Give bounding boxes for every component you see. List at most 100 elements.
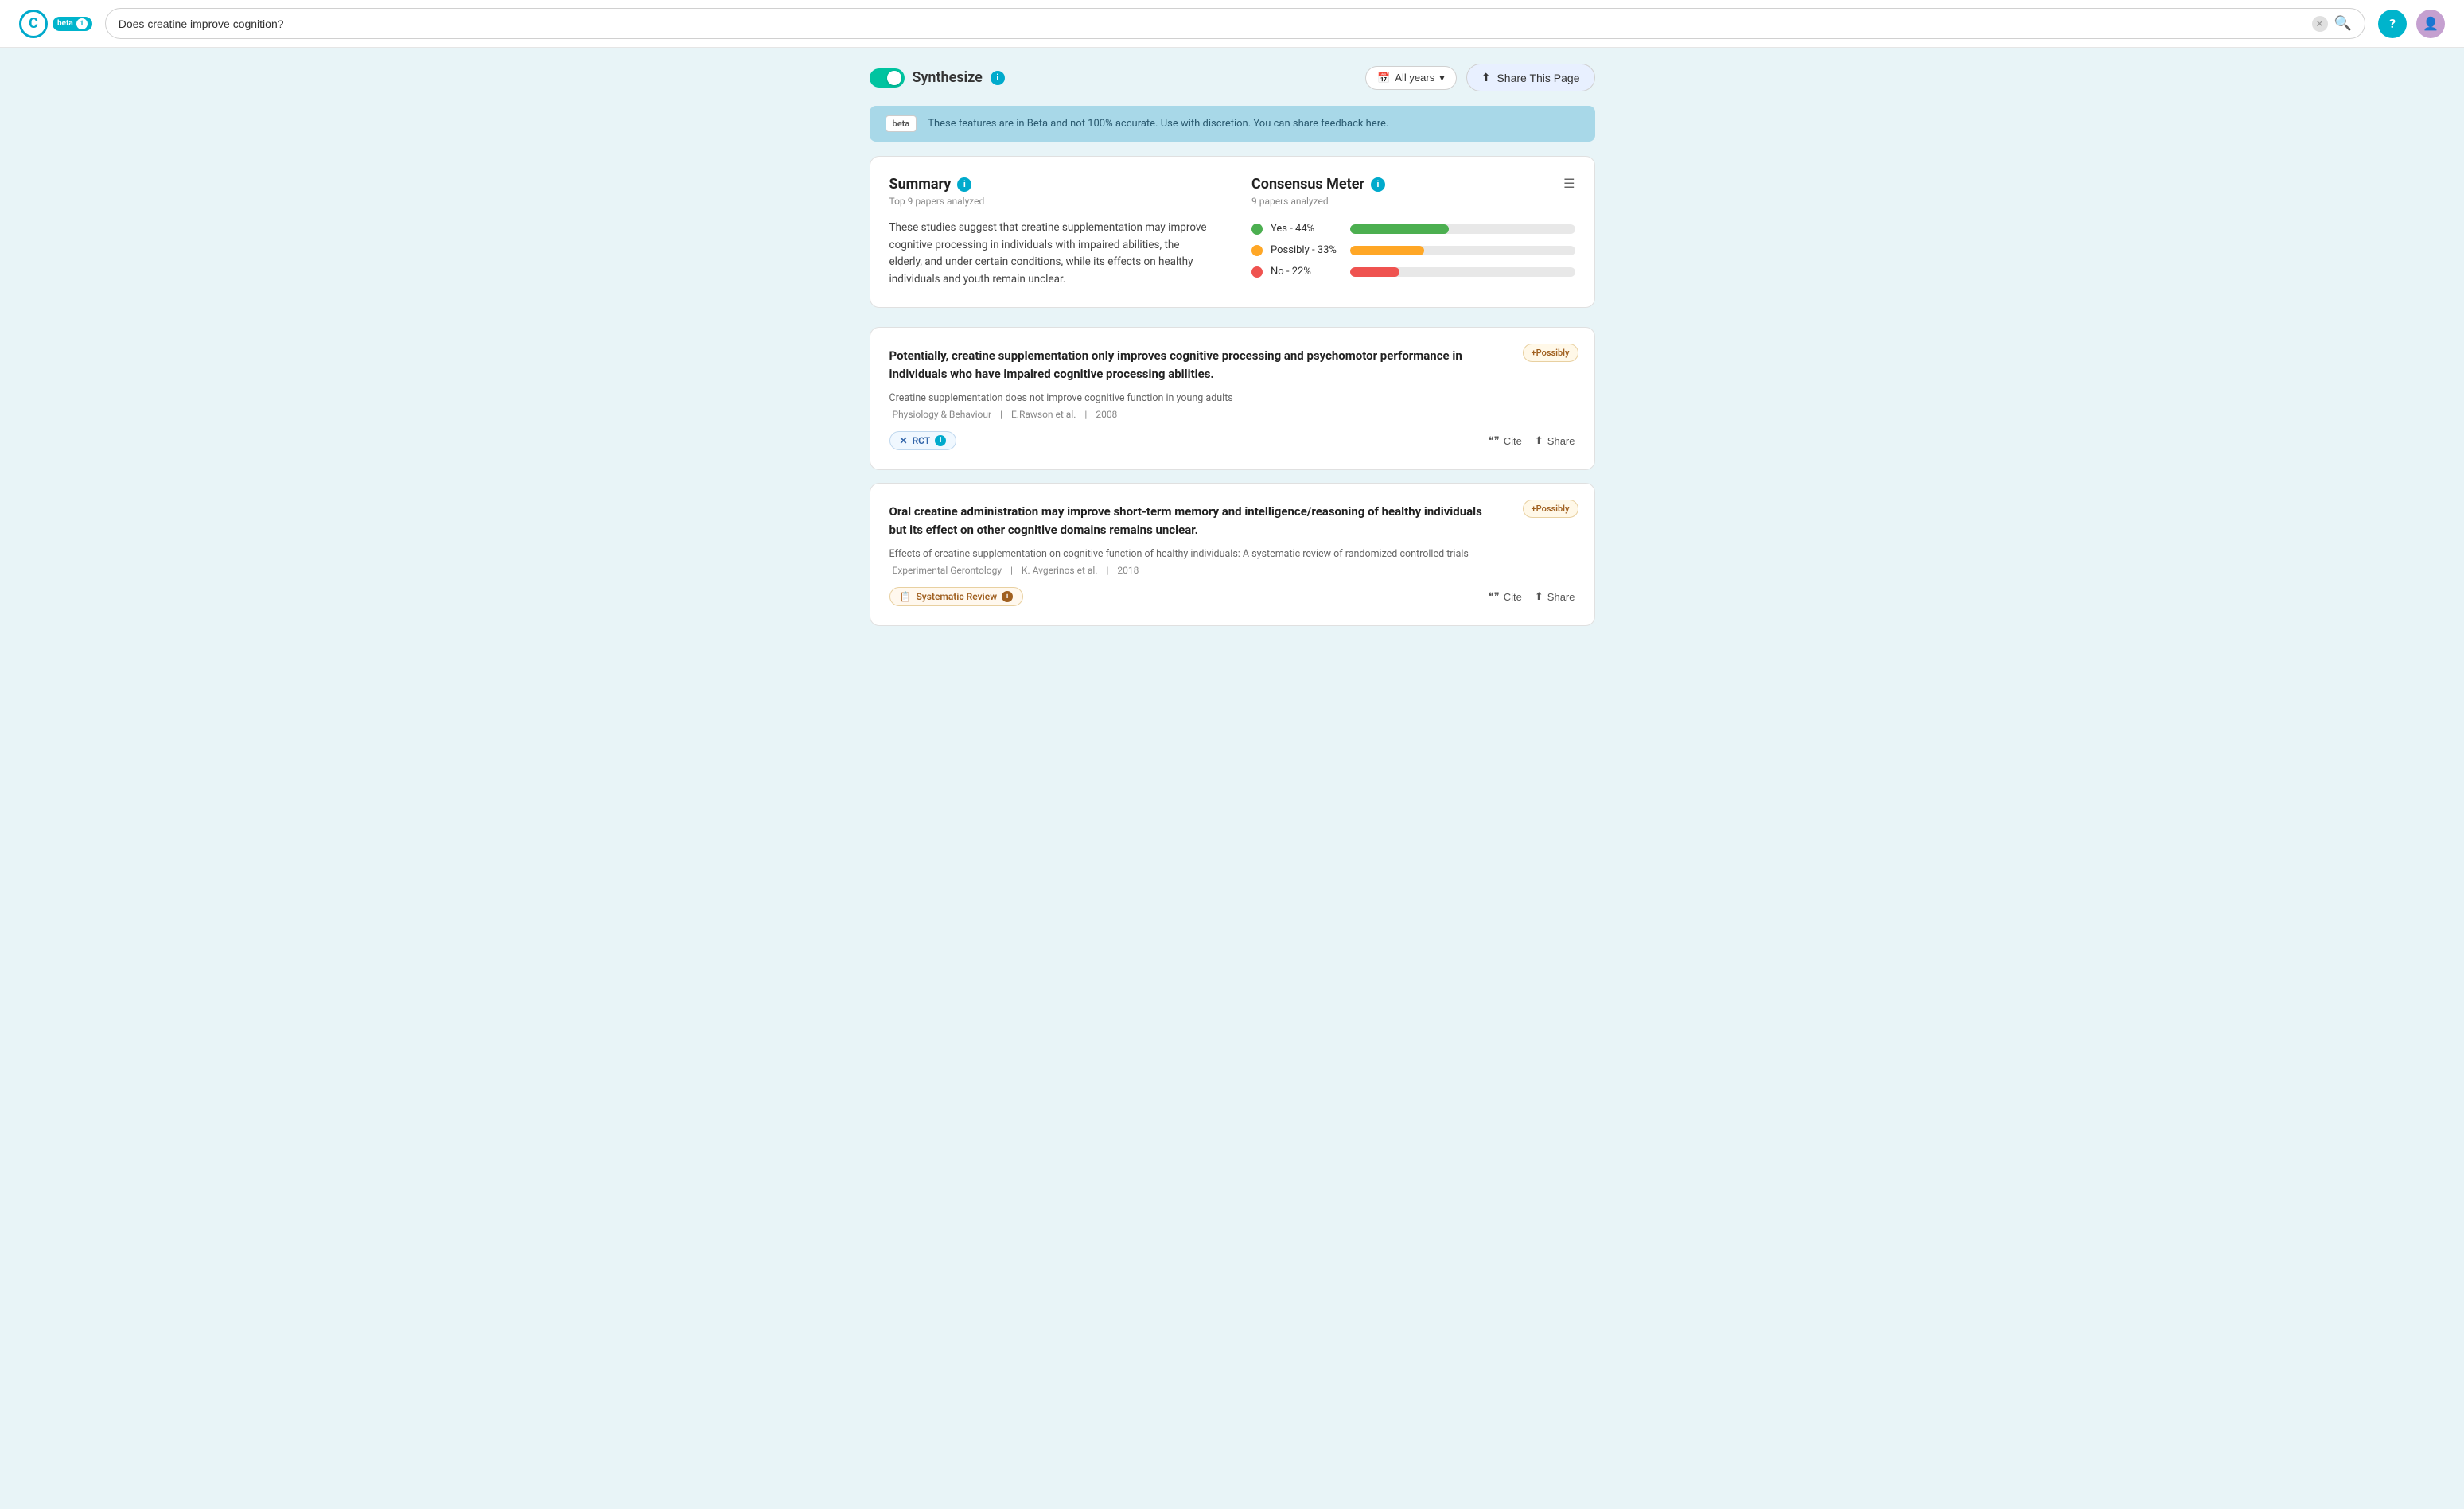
paper-2-separator-1: | bbox=[1010, 565, 1013, 576]
possibly-bar-track bbox=[1350, 246, 1575, 255]
paper-2-study-info-icon[interactable]: i bbox=[1002, 591, 1013, 602]
share-page-label: Share This Page bbox=[1497, 72, 1579, 84]
consensus-header: Consensus Meter i 9 papers analyzed ☰ bbox=[1251, 176, 1575, 220]
years-filter-button[interactable]: 📅 All years ▾ bbox=[1365, 66, 1457, 90]
cite-label: Cite bbox=[1504, 435, 1522, 447]
consensus-panel: Consensus Meter i 9 papers analyzed ☰ Ye… bbox=[1232, 157, 1594, 307]
summary-title-row: Summary i bbox=[889, 176, 1213, 193]
paper-2-footer: 📋 Systematic Review i ❝❞ Cite ⬆ Share bbox=[889, 587, 1575, 606]
chevron-down-icon: ▾ bbox=[1439, 72, 1445, 84]
beta-label: beta bbox=[57, 19, 73, 28]
help-button[interactable]: ? bbox=[2378, 10, 2407, 38]
consensus-filter-icon[interactable]: ☰ bbox=[1563, 176, 1575, 191]
search-input[interactable] bbox=[119, 18, 2306, 30]
main-content: Synthesize i 📅 All years ▾ ⬆ Share This … bbox=[851, 48, 1614, 655]
consensus-bars: Yes - 44% Possibly - 33% No - 22% bbox=[1251, 223, 1575, 278]
summary-panel: Summary i Top 9 papers analyzed These st… bbox=[870, 157, 1233, 307]
paper-1-actions: ❝❞ Cite ⬆ Share bbox=[1489, 434, 1575, 447]
consensus-title: Consensus Meter bbox=[1251, 176, 1364, 193]
search-submit-button[interactable]: 🔍 bbox=[2334, 15, 2352, 32]
share-icon-3: ⬆ bbox=[1535, 590, 1543, 603]
paper-2-cite-button[interactable]: ❝❞ Cite bbox=[1489, 590, 1522, 603]
header-right: ? 👤 bbox=[2378, 10, 2445, 38]
synthesize-info-icon[interactable]: i bbox=[991, 71, 1005, 85]
paper-1-share-button[interactable]: ⬆ Share bbox=[1535, 434, 1575, 447]
possibly-label: Possibly - 33% bbox=[1271, 244, 1342, 256]
paper-2-subtitle: Effects of creatine supplementation on c… bbox=[889, 548, 1575, 560]
rct-icon: ✕ bbox=[900, 435, 908, 446]
logo-icon[interactable]: C bbox=[19, 10, 48, 38]
possibly-bar-fill bbox=[1350, 246, 1424, 255]
share-label-2: Share bbox=[1547, 591, 1575, 603]
yes-bar-track bbox=[1350, 224, 1575, 234]
no-label: No - 22% bbox=[1271, 266, 1342, 278]
search-clear-button[interactable]: ✕ bbox=[2312, 16, 2328, 32]
beta-count: 1 bbox=[76, 18, 88, 29]
no-bar-track bbox=[1350, 267, 1575, 277]
paper-2-study-type-label: Systematic Review bbox=[916, 591, 997, 602]
share-page-button[interactable]: ⬆ Share This Page bbox=[1466, 64, 1595, 91]
cite-icon: ❝❞ bbox=[1489, 434, 1500, 447]
paper-2-separator-2: | bbox=[1106, 565, 1108, 576]
synthesize-label: Synthesize bbox=[913, 69, 983, 86]
paper-1-meta: Physiology & Behaviour | E.Rawson et al.… bbox=[889, 409, 1575, 420]
cite-icon-2: ❝❞ bbox=[1489, 590, 1500, 603]
possibly-dot bbox=[1251, 245, 1263, 256]
summary-consensus-panel: Summary i Top 9 papers analyzed These st… bbox=[870, 156, 1595, 308]
beta-tag: beta bbox=[886, 115, 917, 132]
paper-card-1: +Possibly Potentially, creatine suppleme… bbox=[870, 327, 1595, 470]
paper-1-authors: E.Rawson et al. bbox=[1011, 409, 1076, 420]
paper-2-year: 2018 bbox=[1117, 565, 1139, 576]
paper-1-subtitle: Creatine supplementation does not improv… bbox=[889, 392, 1575, 404]
synthesize-toggle[interactable] bbox=[870, 68, 905, 88]
paper-2-share-button[interactable]: ⬆ Share bbox=[1535, 590, 1575, 603]
paper-1-year: 2008 bbox=[1096, 409, 1117, 420]
paper-1-journal: Physiology & Behaviour bbox=[893, 409, 992, 420]
paper-2-badge: +Possibly bbox=[1523, 500, 1578, 518]
consensus-bar-possibly: Possibly - 33% bbox=[1251, 244, 1575, 256]
share-icon-2: ⬆ bbox=[1535, 434, 1543, 447]
beta-badge: beta 1 bbox=[53, 17, 92, 31]
paper-1-study-type[interactable]: ✕ RCT i bbox=[889, 431, 957, 450]
yes-bar-fill bbox=[1350, 224, 1449, 234]
yes-dot bbox=[1251, 224, 1263, 235]
summary-subtitle: Top 9 papers analyzed bbox=[889, 196, 1213, 207]
beta-banner: beta These features are in Beta and not … bbox=[870, 106, 1595, 142]
paper-card-2: +Possibly Oral creatine administration m… bbox=[870, 483, 1595, 626]
review-icon: 📋 bbox=[900, 591, 912, 602]
paper-1-title[interactable]: Potentially, creatine supplementation on… bbox=[889, 347, 1575, 383]
summary-title: Summary bbox=[889, 176, 952, 193]
consensus-title-row: Consensus Meter i bbox=[1251, 176, 1385, 193]
paper-2-journal: Experimental Gerontology bbox=[893, 565, 1002, 576]
consensus-bar-no: No - 22% bbox=[1251, 266, 1575, 278]
paper-1-separator-1: | bbox=[1000, 409, 1002, 420]
avatar[interactable]: 👤 bbox=[2416, 10, 2445, 38]
synthesize-toggle-group: Synthesize i bbox=[870, 68, 1005, 88]
paper-2-title[interactable]: Oral creatine administration may improve… bbox=[889, 503, 1575, 539]
calendar-icon: 📅 bbox=[1377, 72, 1390, 84]
no-bar-fill bbox=[1350, 267, 1399, 277]
paper-1-study-info-icon[interactable]: i bbox=[935, 435, 946, 446]
cite-label-2: Cite bbox=[1504, 591, 1522, 603]
summary-info-icon[interactable]: i bbox=[957, 177, 971, 192]
toolbar: Synthesize i 📅 All years ▾ ⬆ Share This … bbox=[870, 64, 1595, 91]
paper-1-badge: +Possibly bbox=[1523, 344, 1578, 362]
beta-banner-message: These features are in Beta and not 100% … bbox=[928, 118, 1388, 130]
paper-2-study-type[interactable]: 📋 Systematic Review i bbox=[889, 587, 1024, 606]
header: C beta 1 ✕ 🔍 ? 👤 bbox=[0, 0, 2464, 48]
paper-2-meta: Experimental Gerontology | K. Avgerinos … bbox=[889, 565, 1575, 576]
paper-1-cite-button[interactable]: ❝❞ Cite bbox=[1489, 434, 1522, 447]
paper-1-separator-2: | bbox=[1084, 409, 1087, 420]
paper-1-footer: ✕ RCT i ❝❞ Cite ⬆ Share bbox=[889, 431, 1575, 450]
yes-label: Yes - 44% bbox=[1271, 223, 1342, 235]
search-bar: ✕ 🔍 bbox=[105, 8, 2365, 39]
no-dot bbox=[1251, 266, 1263, 278]
toolbar-right: 📅 All years ▾ ⬆ Share This Page bbox=[1365, 64, 1594, 91]
share-label: Share bbox=[1547, 435, 1575, 447]
share-icon: ⬆ bbox=[1481, 71, 1491, 84]
consensus-bar-yes: Yes - 44% bbox=[1251, 223, 1575, 235]
paper-1-study-type-label: RCT bbox=[913, 435, 931, 446]
logo[interactable]: C beta 1 bbox=[19, 10, 92, 38]
consensus-info-icon[interactable]: i bbox=[1371, 177, 1385, 192]
paper-2-actions: ❝❞ Cite ⬆ Share bbox=[1489, 590, 1575, 603]
